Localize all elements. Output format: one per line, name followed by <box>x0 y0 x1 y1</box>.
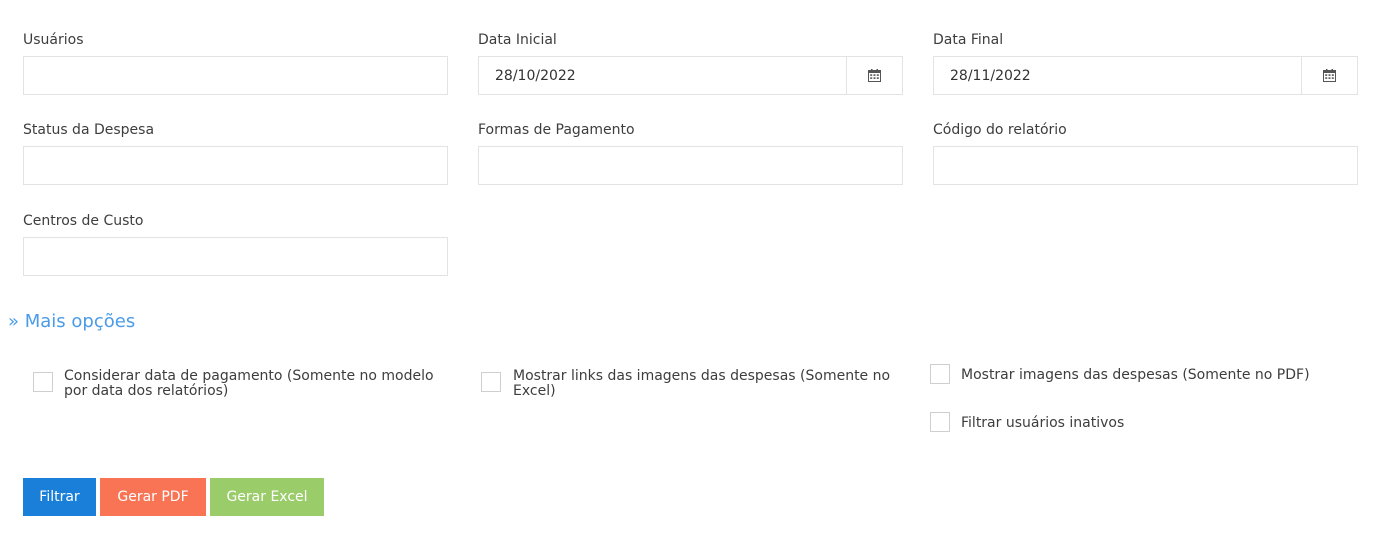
filtrar-button[interactable]: Filtrar <box>23 478 96 516</box>
considerar-data-pagamento-checkbox[interactable] <box>33 372 53 392</box>
mostrar-links-imagens-option: Mostrar links das imagens das despesas (… <box>481 369 911 399</box>
gerar-pdf-button[interactable]: Gerar PDF <box>100 478 206 516</box>
data-final-group <box>933 56 1358 95</box>
status-despesa-input[interactable] <box>23 146 448 185</box>
mostrar-imagens-label: Mostrar imagens das despesas (Somente no… <box>961 367 1310 383</box>
considerar-data-pagamento-label: Considerar data de pagamento (Somente no… <box>64 368 434 399</box>
mostrar-links-imagens-checkbox[interactable] <box>481 372 501 392</box>
calendar-icon <box>1323 69 1336 82</box>
formas-pagamento-input[interactable] <box>478 146 903 185</box>
formas-pagamento-label: Formas de Pagamento <box>478 122 635 138</box>
gerar-excel-button[interactable]: Gerar Excel <box>210 478 324 516</box>
data-inicial-input[interactable] <box>479 57 846 94</box>
filtrar-inativos-option: Filtrar usuários inativos <box>930 412 1350 432</box>
usuarios-input[interactable] <box>23 56 448 95</box>
centros-custo-input[interactable] <box>23 237 448 276</box>
data-final-calendar-button[interactable] <box>1301 57 1357 94</box>
usuarios-label: Usuários <box>23 32 84 48</box>
mostrar-imagens-checkbox[interactable] <box>930 364 950 384</box>
mostrar-imagens-option: Mostrar imagens das despesas (Somente no… <box>930 364 1350 384</box>
codigo-relatorio-input[interactable] <box>933 146 1358 185</box>
data-final-input[interactable] <box>934 57 1301 94</box>
codigo-relatorio-label: Código do relatório <box>933 122 1067 138</box>
data-inicial-calendar-button[interactable] <box>846 57 902 94</box>
data-inicial-group <box>478 56 903 95</box>
status-despesa-label: Status da Despesa <box>23 122 155 138</box>
considerar-data-pagamento-option: Considerar data de pagamento (Somente no… <box>33 369 453 399</box>
centros-custo-label: Centros de Custo <box>23 213 144 229</box>
calendar-icon <box>868 69 881 82</box>
more-options-link[interactable]: » Mais opções <box>8 310 135 334</box>
data-final-label: Data Final <box>933 32 1004 48</box>
filtrar-inativos-checkbox[interactable] <box>930 412 950 432</box>
mostrar-links-imagens-label: Mostrar links das imagens das despesas (… <box>513 368 891 399</box>
data-inicial-label: Data Inicial <box>478 32 557 48</box>
filtrar-inativos-label: Filtrar usuários inativos <box>961 415 1125 431</box>
